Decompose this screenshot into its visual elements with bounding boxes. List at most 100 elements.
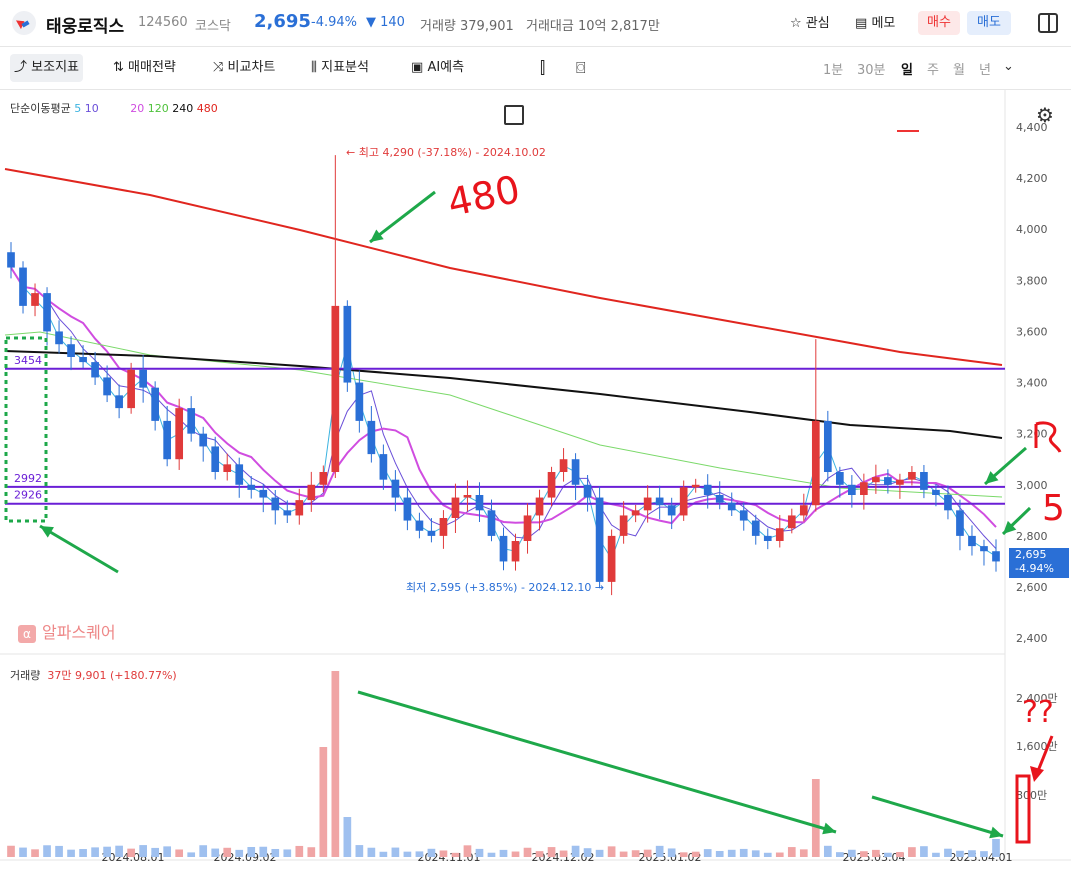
volume-bar — [583, 848, 592, 857]
candle-body — [535, 497, 544, 516]
candle-body — [631, 510, 640, 516]
candle-body — [775, 528, 784, 541]
candle-body — [499, 535, 508, 562]
volume-bar — [343, 817, 352, 857]
candle-body — [331, 305, 340, 472]
candle-body — [715, 495, 724, 503]
candle-body — [607, 535, 616, 582]
candle-body — [295, 500, 304, 516]
volume-bar — [223, 847, 232, 857]
volume-bar — [956, 850, 964, 857]
candle-body — [127, 369, 135, 409]
volume-bar — [920, 846, 928, 857]
candle-body — [523, 515, 532, 541]
support-line-label: 3454 — [14, 354, 42, 367]
candlesticks — [7, 155, 1000, 596]
volume-bar — [391, 847, 400, 857]
chart-canvas[interactable]: 4,4004,2004,0003,8003,6003,4003,2003,000… — [0, 0, 1071, 878]
candle-body — [139, 369, 147, 388]
red-volume-box — [1015, 774, 1031, 844]
volume-bar — [259, 846, 268, 857]
volume-bar — [19, 847, 27, 857]
volume-bar — [860, 851, 868, 857]
price-tick-label: 3,200 — [1016, 428, 1048, 441]
price-tag-value: 2,695 — [1015, 548, 1047, 561]
price-tag-change: -4.94% — [1015, 562, 1054, 575]
candle-body — [619, 515, 628, 536]
candle-body — [811, 420, 820, 506]
volume-bar — [896, 851, 904, 857]
support-line-label: 2992 — [14, 472, 42, 485]
volume-bar — [247, 846, 256, 857]
candle-body — [896, 479, 904, 485]
volume-bar — [787, 847, 796, 857]
volume-bar — [235, 849, 244, 857]
price-tick-label: 4,400 — [1016, 121, 1048, 134]
candle-body — [355, 382, 364, 421]
candle-body — [67, 344, 75, 357]
price-tick-label: 3,400 — [1016, 377, 1048, 390]
candle-body — [475, 495, 484, 511]
volume-tick-label: 1,600만 — [1016, 740, 1058, 753]
volume-bar — [848, 849, 856, 857]
volume-bars — [7, 671, 1000, 857]
volume-bar — [643, 849, 652, 857]
volume-bar — [463, 845, 472, 857]
candle-body — [655, 497, 664, 506]
candle-body — [19, 267, 27, 306]
chart-annotations: ← 최고 4,290 (-37.18%) - 2024.10.02 최저 2,59… — [4, 146, 1065, 844]
volume-bar — [571, 845, 580, 857]
volume-bar — [908, 847, 916, 857]
volume-bar — [43, 845, 51, 857]
handwritten-question: ?? — [1022, 695, 1054, 730]
volume-bar — [715, 850, 724, 857]
candle-body — [43, 293, 51, 332]
candle-body — [679, 487, 688, 516]
volume-bar — [547, 847, 556, 857]
candle-body — [151, 387, 159, 421]
price-tick-label: 2,800 — [1016, 530, 1048, 543]
volume-bar — [115, 845, 123, 857]
candle-body — [559, 459, 568, 472]
candle-body — [103, 377, 111, 396]
candle-body — [992, 551, 1000, 562]
candle-body — [487, 510, 496, 536]
volume-bar — [811, 779, 820, 857]
volume-tick-label: 800만 — [1016, 789, 1047, 802]
volume-bar — [415, 851, 424, 857]
candle-body — [271, 497, 280, 511]
candle-body — [7, 252, 15, 268]
volume-bar — [307, 847, 316, 857]
volume-bar — [932, 852, 940, 857]
volume-bar — [151, 847, 159, 857]
candle-body — [968, 535, 976, 547]
volume-bar — [691, 851, 700, 857]
candle-body — [307, 484, 316, 501]
candle-body — [235, 464, 244, 485]
candle-body — [31, 293, 39, 306]
volume-bar — [439, 850, 448, 857]
candle-body — [391, 479, 400, 498]
candle-body — [751, 520, 760, 536]
high-annotation: ← 최고 4,290 (-37.18%) - 2024.10.02 — [346, 146, 546, 159]
candle-body — [319, 472, 328, 485]
candle-body — [643, 497, 652, 511]
volume-bar — [872, 849, 880, 857]
volume-bar — [403, 851, 412, 857]
candle-body — [163, 420, 172, 460]
candle-body — [583, 484, 592, 498]
price-tick-label: 2,400 — [1016, 632, 1048, 645]
candle-body — [667, 505, 676, 516]
volume-bar — [751, 850, 760, 857]
volume-bar — [295, 845, 304, 857]
volume-bar — [619, 851, 628, 857]
price-tick-label: 4,200 — [1016, 172, 1048, 185]
candle-body — [379, 454, 388, 480]
candle-body — [860, 482, 868, 495]
candle-body — [571, 459, 580, 485]
support-line-label: 2926 — [14, 489, 42, 502]
candle-body — [944, 495, 952, 511]
volume-bar — [91, 847, 99, 857]
volume-bar — [763, 852, 772, 857]
candle-body — [259, 489, 268, 498]
